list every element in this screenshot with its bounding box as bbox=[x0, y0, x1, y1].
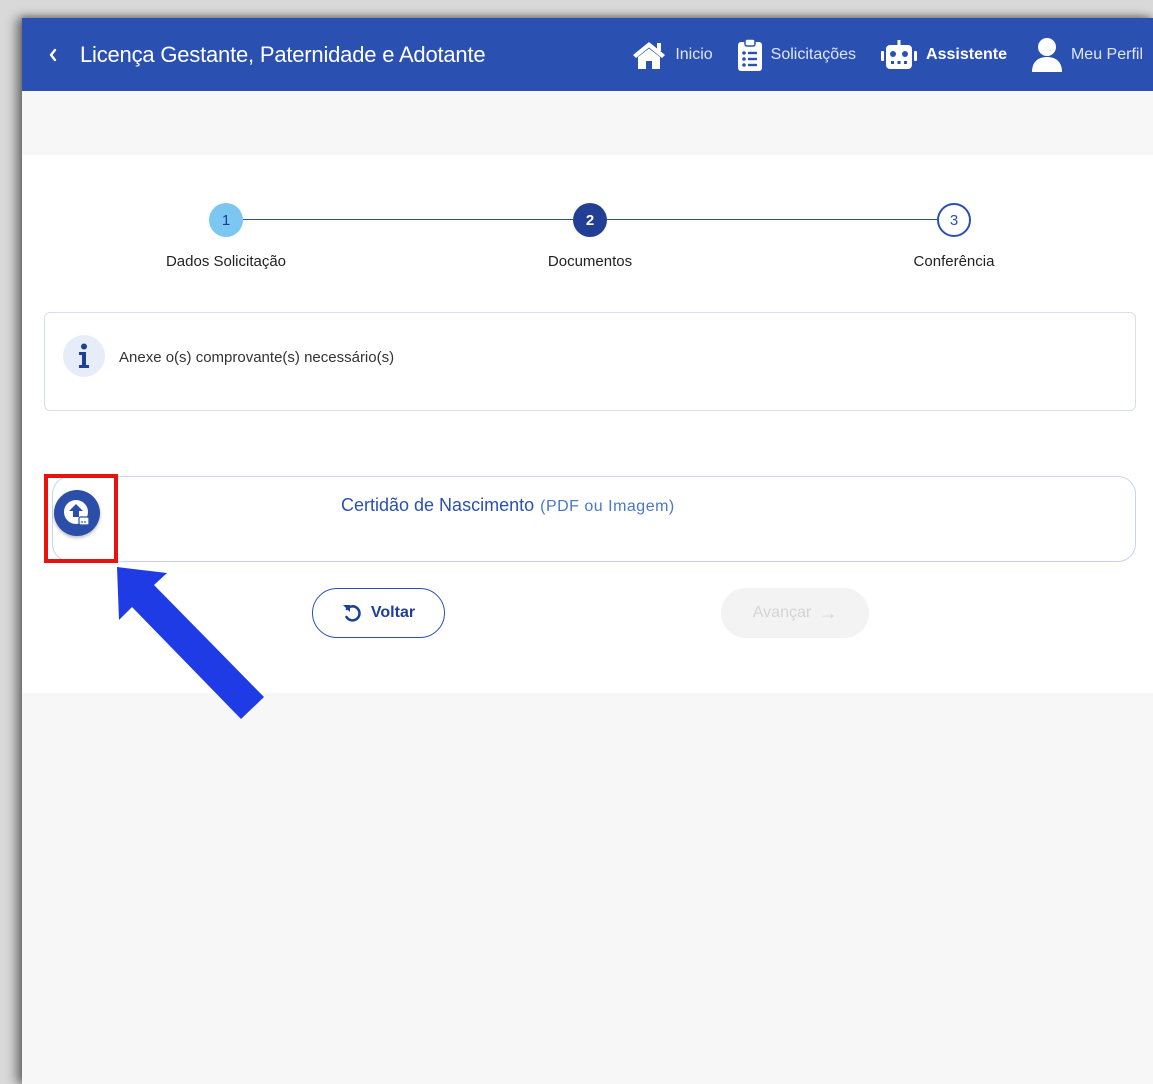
annotation-arrow bbox=[117, 567, 264, 719]
